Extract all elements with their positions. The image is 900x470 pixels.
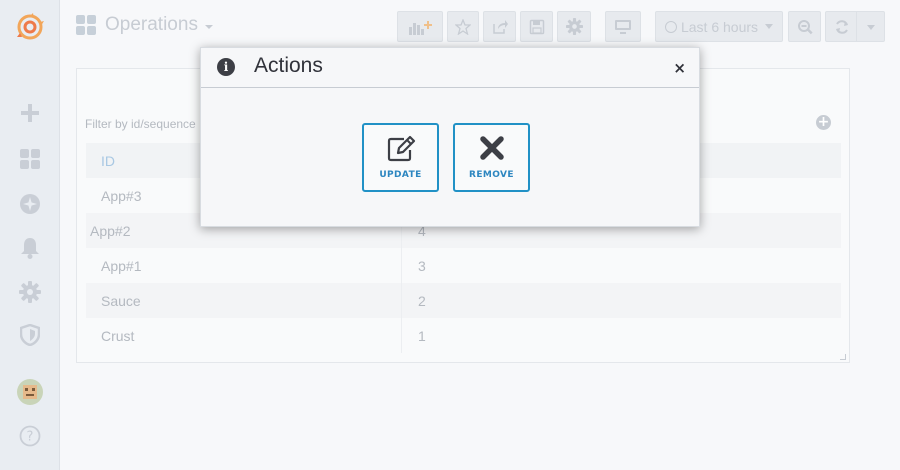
cell-id: App#2 <box>90 222 131 239</box>
refresh-icon <box>836 19 848 34</box>
bell-alerting-icon[interactable] <box>0 231 60 265</box>
zoom-out-button[interactable] <box>788 11 821 42</box>
refresh-button[interactable] <box>825 11 885 42</box>
cell-sequence: 1 <box>418 327 426 344</box>
save-button[interactable] <box>520 11 553 42</box>
side-menu: ? <box>0 0 60 470</box>
tv-monitor-icon <box>615 19 631 34</box>
help-question-icon[interactable]: ? <box>0 419 60 453</box>
close-icon[interactable]: × <box>673 59 686 77</box>
save-icon <box>529 19 544 34</box>
refresh-interval-chevron-icon[interactable] <box>867 25 875 30</box>
settings-icon <box>565 18 583 35</box>
panel-resize-handle[interactable] <box>840 354 846 360</box>
dashboard-picker[interactable]: Operations <box>76 14 213 36</box>
remove-button[interactable]: REMOVE <box>453 123 530 192</box>
column-header-id[interactable]: ID <box>101 153 115 169</box>
update-button[interactable]: UPDATE <box>362 123 439 192</box>
clock-icon <box>664 20 677 33</box>
dashboard-grid-icon <box>76 15 96 35</box>
remove-x-icon <box>479 136 504 160</box>
actions-modal: i Actions × UPDATE REMOVE <box>200 47 700 227</box>
chevron-down-icon <box>765 24 774 29</box>
cell-id: App#3 <box>101 187 142 204</box>
cell-id: App#1 <box>101 257 142 274</box>
star-button[interactable] <box>447 11 479 42</box>
add-panel-icon <box>409 20 432 35</box>
edit-pencil-icon <box>387 135 415 162</box>
remove-label: REMOVE <box>469 170 514 180</box>
zoom-out-icon <box>797 19 813 34</box>
add-panel-button[interactable] <box>397 11 443 42</box>
share-button[interactable] <box>483 11 516 42</box>
info-icon: i <box>217 58 235 76</box>
modal-title: Actions <box>254 54 323 77</box>
settings-button[interactable] <box>557 11 591 42</box>
cell-sequence: 3 <box>418 257 426 274</box>
user-avatar-icon[interactable] <box>0 375 60 409</box>
dashboards-grid-icon[interactable] <box>0 142 60 176</box>
compass-explore-icon[interactable] <box>0 187 60 221</box>
table-row: Crust 1 <box>86 318 841 353</box>
filter-input[interactable]: Filter by id/sequence <box>85 117 196 131</box>
grafana-logo-icon[interactable] <box>0 10 60 44</box>
tv-mode-button[interactable] <box>605 11 641 42</box>
table-row: App#1 3 <box>86 248 841 283</box>
shield-admin-icon[interactable] <box>0 318 60 352</box>
caret-down-icon <box>204 25 213 29</box>
star-icon <box>455 18 471 35</box>
svg-text:?: ? <box>27 430 34 445</box>
time-range-label: Last 6 hours <box>680 18 759 35</box>
cell-id: Sauce <box>101 292 141 309</box>
cell-sequence: 2 <box>418 292 426 309</box>
share-icon <box>492 19 508 34</box>
top-navbar: Operations Last 6 hours <box>60 0 900 54</box>
table-row: Sauce 2 <box>86 283 841 318</box>
cell-id: Crust <box>101 327 135 344</box>
update-label: UPDATE <box>379 170 422 180</box>
plus-icon[interactable] <box>0 96 60 130</box>
modal-header: i Actions × <box>201 48 699 88</box>
gear-config-icon[interactable] <box>0 275 60 309</box>
add-circle-icon[interactable]: + <box>816 115 831 130</box>
time-picker-button[interactable]: Last 6 hours <box>655 11 783 42</box>
dashboard-title: Operations <box>105 14 198 35</box>
